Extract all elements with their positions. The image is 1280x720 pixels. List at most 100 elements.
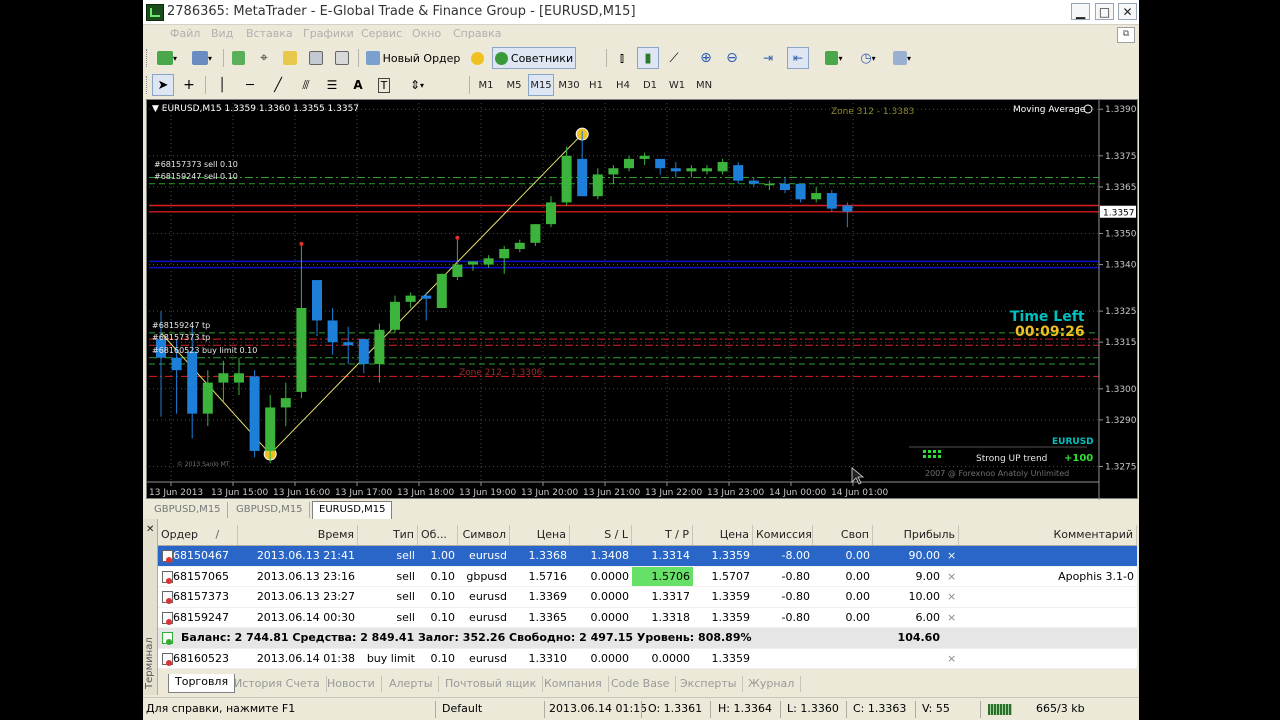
candle-body[interactable] bbox=[187, 351, 198, 414]
candle-body[interactable] bbox=[717, 162, 728, 172]
horizontal-line-button[interactable]: ─ bbox=[239, 74, 261, 96]
col-volume[interactable]: Об... bbox=[418, 525, 458, 545]
chart-canvas[interactable]: 1.3390 1.3375 1.3365 1.3357 1.3350 1.3340 1.33… bbox=[147, 100, 1139, 500]
tab-news[interactable]: Новости bbox=[321, 676, 382, 692]
candle-body[interactable] bbox=[483, 258, 494, 265]
table-row[interactable]: 68150467 2013.06.13 21:41 sell 1.00 euru… bbox=[158, 546, 1137, 567]
table-row[interactable]: 68159247 2013.06.14 00:30 sell 0.10 euru… bbox=[158, 608, 1137, 628]
menu-view[interactable]: Вид bbox=[211, 27, 233, 40]
candle-body[interactable] bbox=[780, 183, 790, 190]
candle-body[interactable] bbox=[436, 273, 447, 309]
candle-body[interactable] bbox=[296, 308, 307, 392]
zoom-out-button[interactable]: ⊖ bbox=[721, 47, 743, 69]
col-type[interactable]: Тип bbox=[358, 525, 418, 545]
connection-bars-icon[interactable] bbox=[988, 704, 1012, 718]
toolbar-grip[interactable] bbox=[146, 76, 150, 94]
toolbar-grip[interactable] bbox=[146, 49, 150, 67]
col-price[interactable]: Цена bbox=[510, 525, 570, 545]
close-order-icon[interactable]: × bbox=[944, 567, 958, 587]
chart-tab-gbpusd-1[interactable]: GBPUSD,M15 bbox=[148, 502, 228, 518]
order-tp[interactable]: 0.0000 bbox=[632, 649, 693, 669]
close-button[interactable]: ✕ bbox=[1118, 3, 1137, 20]
chart-tab-eurusd[interactable]: EURUSD,M15 bbox=[312, 501, 393, 520]
candle-body[interactable] bbox=[468, 261, 478, 265]
line-chart-button[interactable]: ⟋ bbox=[663, 47, 685, 69]
candle-body[interactable] bbox=[733, 165, 744, 181]
metaeditor-button[interactable] bbox=[466, 47, 488, 69]
menu-insert[interactable]: Вставка bbox=[246, 27, 293, 40]
candle-body[interactable] bbox=[202, 382, 213, 414]
text-label-button[interactable]: T bbox=[373, 74, 395, 96]
candle-body[interactable] bbox=[358, 339, 369, 364]
candle-body[interactable] bbox=[452, 264, 463, 277]
menu-help[interactable]: Справка bbox=[453, 27, 501, 40]
candle-body[interactable] bbox=[842, 205, 853, 212]
strategy-tester-button[interactable] bbox=[331, 47, 353, 69]
order-sl[interactable]: 0.0000 bbox=[570, 587, 632, 607]
maximize-button[interactable]: □ bbox=[1095, 3, 1114, 20]
templates-button[interactable]: ▾ bbox=[887, 47, 917, 69]
table-row[interactable]: 68157065 2013.06.13 23:16 sell 0.10 gbpu… bbox=[158, 566, 1137, 587]
trendline-button[interactable]: ╱ bbox=[267, 74, 289, 96]
timeframe-D1[interactable]: D1 bbox=[639, 74, 661, 96]
candle-body[interactable] bbox=[546, 202, 556, 225]
candle-body[interactable] bbox=[748, 180, 759, 184]
candle-body[interactable] bbox=[390, 301, 400, 330]
fibonacci-button[interactable]: ☰ bbox=[321, 74, 343, 96]
periods-button[interactable]: ◷ ▾ bbox=[853, 47, 883, 69]
order-tp[interactable]: 1.3314 bbox=[632, 546, 693, 566]
candle-body[interactable] bbox=[670, 168, 681, 172]
candle-body[interactable] bbox=[265, 407, 276, 451]
candle-body[interactable] bbox=[702, 168, 712, 172]
timeframe-MN[interactable]: MN bbox=[692, 74, 716, 96]
order-tp[interactable]: 1.5706 bbox=[632, 566, 693, 586]
timeframe-M15[interactable]: M15 bbox=[528, 74, 554, 96]
candle-body[interactable] bbox=[811, 193, 822, 200]
timeframe-M30[interactable]: M30 bbox=[556, 74, 582, 96]
timeframe-H1[interactable]: H1 bbox=[585, 74, 607, 96]
candle-body[interactable] bbox=[514, 242, 525, 250]
cursor-tool-button[interactable]: ➤ bbox=[152, 74, 174, 96]
timeframe-W1[interactable]: W1 bbox=[666, 74, 688, 96]
chart-tab-gbpusd-2[interactable]: GBPUSD,M15 bbox=[230, 502, 310, 518]
candle-body[interactable] bbox=[624, 158, 634, 169]
minimize-button[interactable]: ▁ bbox=[1071, 3, 1090, 20]
new-chart-button[interactable]: ▾ bbox=[152, 47, 182, 69]
col-sl[interactable]: S / L bbox=[570, 525, 632, 545]
close-order-icon[interactable]: × bbox=[944, 608, 958, 628]
close-order-icon[interactable]: × bbox=[944, 546, 958, 566]
tab-company[interactable]: Компания bbox=[538, 676, 609, 692]
candle-body[interactable] bbox=[655, 158, 666, 169]
equidistant-channel-button[interactable]: ⫻ bbox=[295, 74, 317, 96]
candle-body[interactable] bbox=[218, 373, 229, 383]
order-sl[interactable]: 0.0000 bbox=[570, 649, 632, 669]
chart-shift-button[interactable]: ⇤ bbox=[787, 47, 809, 69]
tab-trade[interactable]: Торговля bbox=[168, 674, 236, 693]
candle-body[interactable] bbox=[530, 224, 541, 243]
tab-alerts[interactable]: Алерты bbox=[383, 676, 440, 692]
order-sl[interactable]: 0.0000 bbox=[570, 608, 632, 628]
text-tool-button[interactable]: A bbox=[347, 74, 369, 96]
navigator-button[interactable] bbox=[279, 47, 301, 69]
col-time[interactable]: Время bbox=[238, 525, 358, 545]
order-tp[interactable]: 1.3317 bbox=[632, 587, 693, 607]
table-row[interactable]: 68160523 2013.06.14 01:38 buy limit 0.10… bbox=[158, 649, 1137, 669]
indicators-button[interactable]: ▾ bbox=[819, 47, 849, 69]
timeframe-M1[interactable]: M1 bbox=[475, 74, 497, 96]
candle-body[interactable] bbox=[592, 174, 603, 197]
candle-body[interactable] bbox=[561, 155, 572, 203]
menu-tools[interactable]: Сервис bbox=[361, 27, 402, 40]
col-commission[interactable]: Комиссия bbox=[753, 525, 813, 545]
menu-charts[interactable]: Графики bbox=[303, 27, 354, 40]
col-symbol[interactable]: Символ bbox=[458, 525, 510, 545]
candlesticks-button[interactable]: ▮ bbox=[637, 47, 659, 69]
tab-mailbox[interactable]: Почтовый ящик bbox=[439, 676, 544, 692]
zoom-in-button[interactable]: ⊕ bbox=[695, 47, 717, 69]
candle-body[interactable] bbox=[639, 155, 650, 159]
close-order-icon[interactable]: × bbox=[944, 587, 958, 607]
candle-body[interactable] bbox=[280, 398, 291, 408]
table-row[interactable]: 68157373 2013.06.13 23:27 sell 0.10 euru… bbox=[158, 587, 1137, 608]
delete-order-icon[interactable]: × bbox=[944, 649, 958, 669]
timeframe-H4[interactable]: H4 bbox=[612, 74, 634, 96]
vertical-line-button[interactable]: │ bbox=[211, 74, 233, 96]
